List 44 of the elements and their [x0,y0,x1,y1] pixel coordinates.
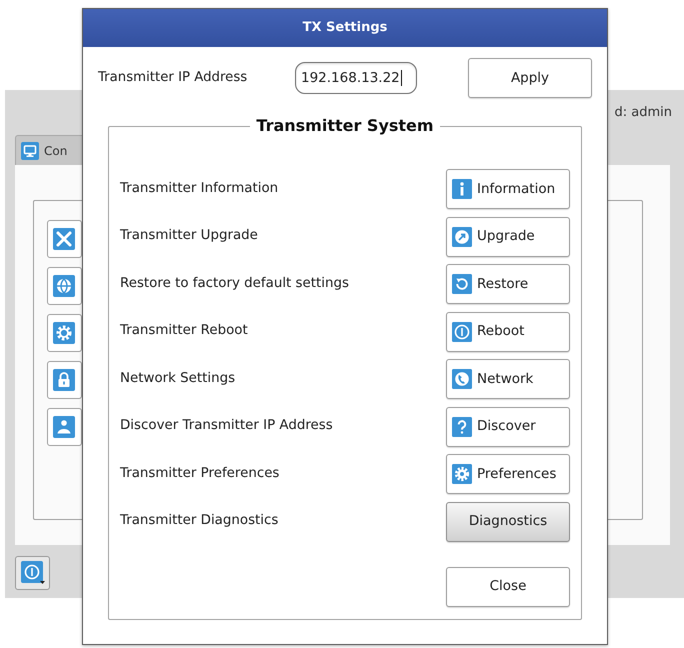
action-button[interactable]: Discover [446,406,570,446]
monitor-icon [21,142,39,160]
setting-label: Network Settings [120,370,236,388]
setting-label: Transmitter Upgrade [120,227,258,246]
setting-label: Transmitter Diagnostics [120,512,278,530]
setting-label: Transmitter Reboot [120,322,248,340]
action-button[interactable]: Reboot [446,312,570,352]
arrow-circle-icon [452,226,472,246]
question-mark-icon [452,416,472,436]
globe-button[interactable] [47,267,82,305]
action-button[interactable]: Preferences [446,454,570,494]
person-button[interactable] [47,408,82,446]
action-button[interactable]: Diagnostics [446,502,570,542]
info-icon [20,561,44,585]
setting-label: Transmitter Information [120,180,278,198]
globe-icon [53,275,75,297]
person-icon [53,416,75,438]
lock-button[interactable] [47,361,82,399]
tools-button[interactable] [47,220,82,258]
setting-label: Restore to factory default settings [120,274,349,293]
gear-icon [53,322,75,344]
text-cursor [400,70,402,86]
tools-icon [53,228,75,250]
action-button[interactable]: Restore [446,264,570,304]
action-button[interactable]: Network [446,359,570,399]
apply-button[interactable]: Apply [468,58,592,98]
ip-address-label: Transmitter IP Address [98,69,248,88]
info-button[interactable] [15,556,50,590]
info-icon [452,179,472,199]
gear-icon [452,464,472,484]
setting-label: Discover Transmitter IP Address [120,417,333,436]
group-title: Transmitter System [255,117,435,135]
tab[interactable]: Con [15,135,82,165]
setting-label: Transmitter Preferences [120,464,280,483]
power-icon [452,322,472,342]
user-label: d: admin [614,105,672,121]
close-button[interactable]: Close [446,566,570,606]
action-button[interactable]: Information [446,169,570,209]
lock-icon [53,369,75,391]
ip-address-field[interactable]: 192.168.13.22 [295,62,417,94]
window-title: TX Settings [302,20,388,36]
gear-button[interactable] [47,314,82,352]
phone-icon [452,369,472,389]
action-button[interactable]: Upgrade [446,216,570,256]
